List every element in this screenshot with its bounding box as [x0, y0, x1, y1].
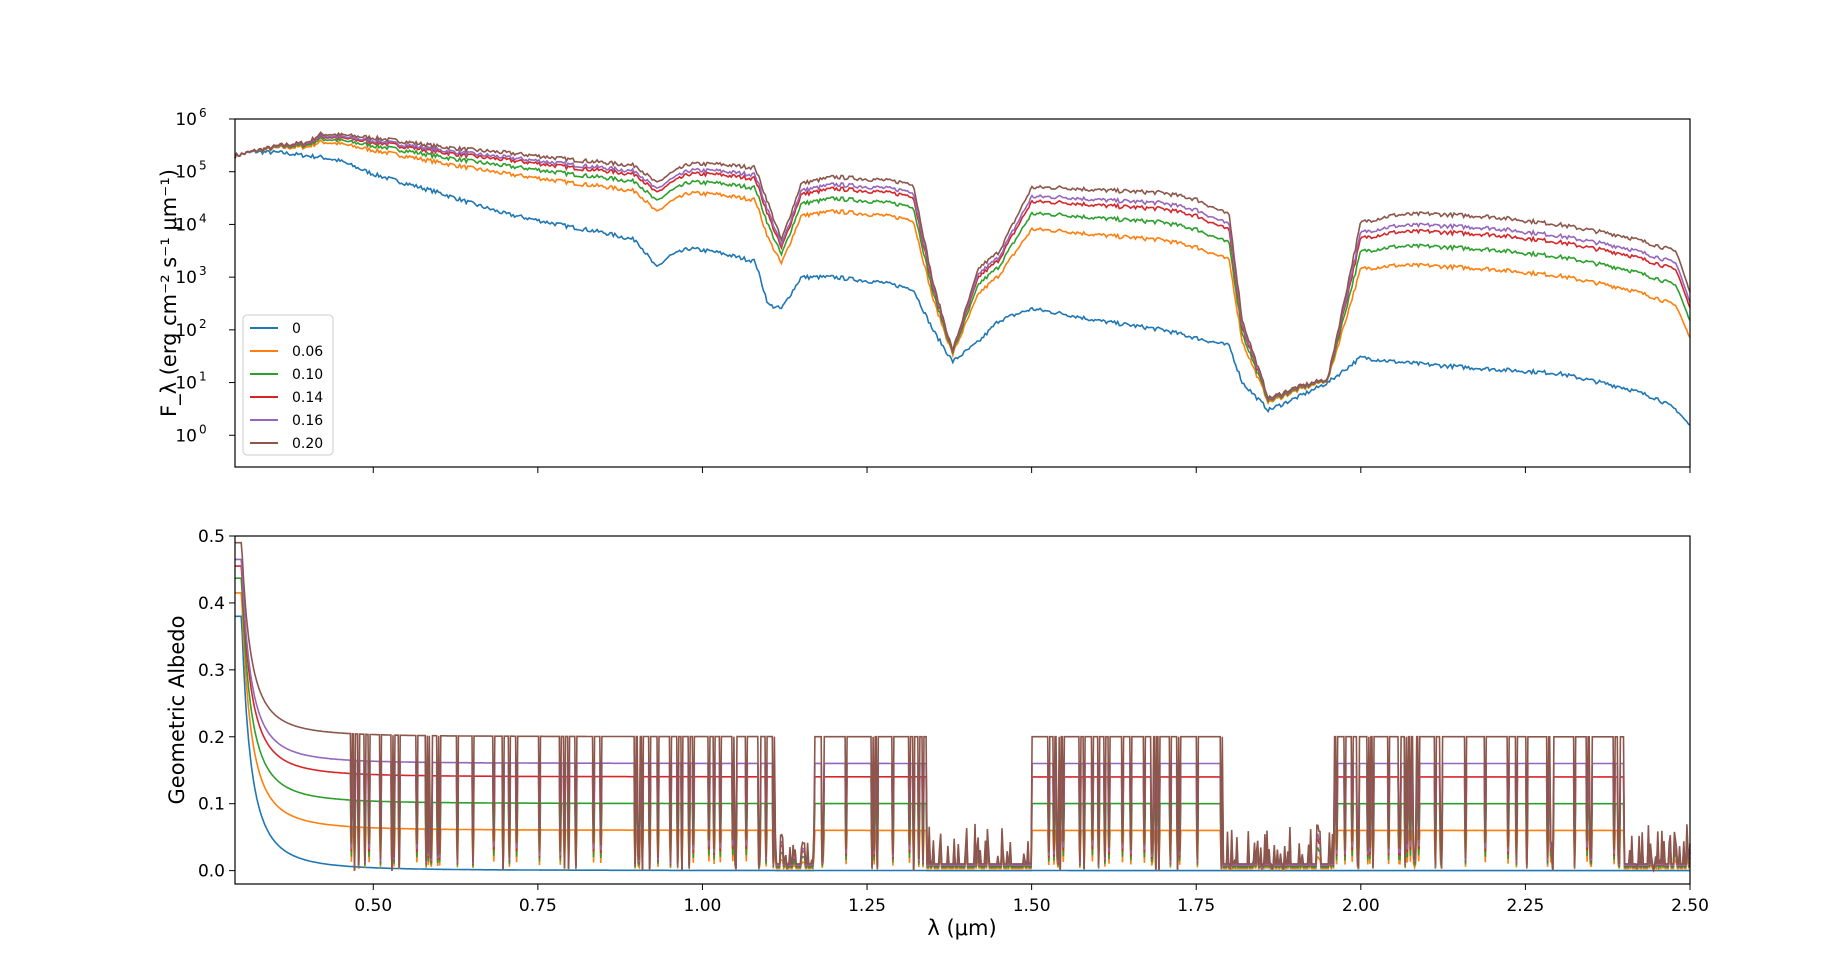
albedo-line-0.20	[235, 541, 1691, 871]
albedo-x-tick-label: 1.25	[848, 896, 886, 916]
albedo-y-tick-label: 0.3	[198, 661, 225, 681]
albedo-x-tick-label: 0.75	[519, 896, 557, 916]
albedo-plot-frame	[234, 535, 1691, 885]
albedo-line-0.16	[235, 558, 1691, 871]
legend-label-0.10: 0.10	[292, 367, 323, 383]
flux-y-ticks: 10 010 110 210 310 410 510 6	[175, 106, 235, 446]
albedo-line-0	[235, 615, 1690, 872]
albedo-line-0.10	[235, 577, 1691, 873]
flux-y-axis-label: F_λ (erg cm⁻² s⁻¹ μm⁻¹)	[157, 169, 182, 417]
flux-line-0	[234, 149, 1691, 426]
flux-y-tick-exponent: 3	[199, 264, 207, 278]
albedo-x-tick-label: 2.25	[1506, 896, 1544, 916]
legend-label-0.20: 0.20	[292, 436, 323, 452]
legend-label-0.16: 0.16	[292, 413, 323, 429]
legend: 0 0.06 0.10 0.14 0.16 0.20	[242, 314, 334, 456]
albedo-x-ticks: 0.50 0.75 1.00 1.25 1.50 1.75 2.00 2.25 2.50	[354, 884, 1709, 916]
legend-label-0: 0	[292, 321, 301, 337]
albedo-x-tick-label: 1.50	[1013, 896, 1051, 916]
flux-y-tick-exponent: 4	[199, 211, 207, 225]
albedo-x-tick-label: 2.50	[1671, 896, 1709, 916]
flux-plot-frame	[234, 118, 1691, 468]
albedo-y-tick-label: 0.0	[198, 862, 225, 882]
flux-y-tick-label: 10	[175, 110, 197, 130]
albedo-y-ticks: 0.0 0.1 0.2 0.3 0.4 0.5	[198, 527, 235, 882]
x-axis-label: λ (μm)	[927, 916, 996, 940]
albedo-series-lines	[235, 541, 1691, 873]
flux-y-tick-exponent: 2	[199, 317, 207, 331]
albedo-line-0.06	[235, 592, 1691, 873]
albedo-x-tick-label: 2.00	[1342, 896, 1380, 916]
albedo-x-tick-label: 1.00	[684, 896, 722, 916]
flux-series-lines	[234, 131, 1691, 426]
flux-y-tick-exponent: 5	[199, 159, 207, 173]
flux-y-tick-exponent: 1	[199, 370, 207, 384]
flux-line-0.06	[234, 139, 1691, 406]
legend-label-0.14: 0.14	[292, 390, 323, 406]
flux-line-0.16	[234, 132, 1691, 402]
albedo-y-axis-label: Geometric Albedo	[165, 616, 189, 805]
flux-y-tick-exponent: 0	[199, 422, 207, 436]
albedo-y-tick-label: 0.5	[198, 527, 225, 547]
albedo-panel: 0.0 0.1 0.2 0.3 0.4 0.5 0.50 0.75 1.00 1.25 1.50 1…	[165, 527, 1709, 940]
flux-x-ticks	[372, 467, 1691, 473]
flux-y-tick-exponent: 6	[199, 106, 207, 120]
albedo-x-tick-label: 0.50	[354, 896, 392, 916]
figure: 10 010 110 210 310 410 510 6 F_λ (erg cm⁻² s⁻¹ …	[157, 106, 1709, 940]
albedo-y-tick-label: 0.2	[198, 728, 225, 748]
flux-y-tick-label: 10	[175, 426, 197, 446]
legend-label-0.06: 0.06	[292, 344, 323, 360]
flux-line-0.20	[234, 131, 1691, 401]
albedo-y-tick-label: 0.1	[198, 795, 225, 815]
albedo-line-0.14	[235, 565, 1691, 873]
legend-box	[242, 314, 334, 456]
albedo-x-tick-label: 1.75	[1177, 896, 1215, 916]
albedo-y-tick-label: 0.4	[198, 594, 225, 614]
flux-panel: 10 010 110 210 310 410 510 6 F_λ (erg cm⁻² s⁻¹ …	[157, 106, 1691, 473]
